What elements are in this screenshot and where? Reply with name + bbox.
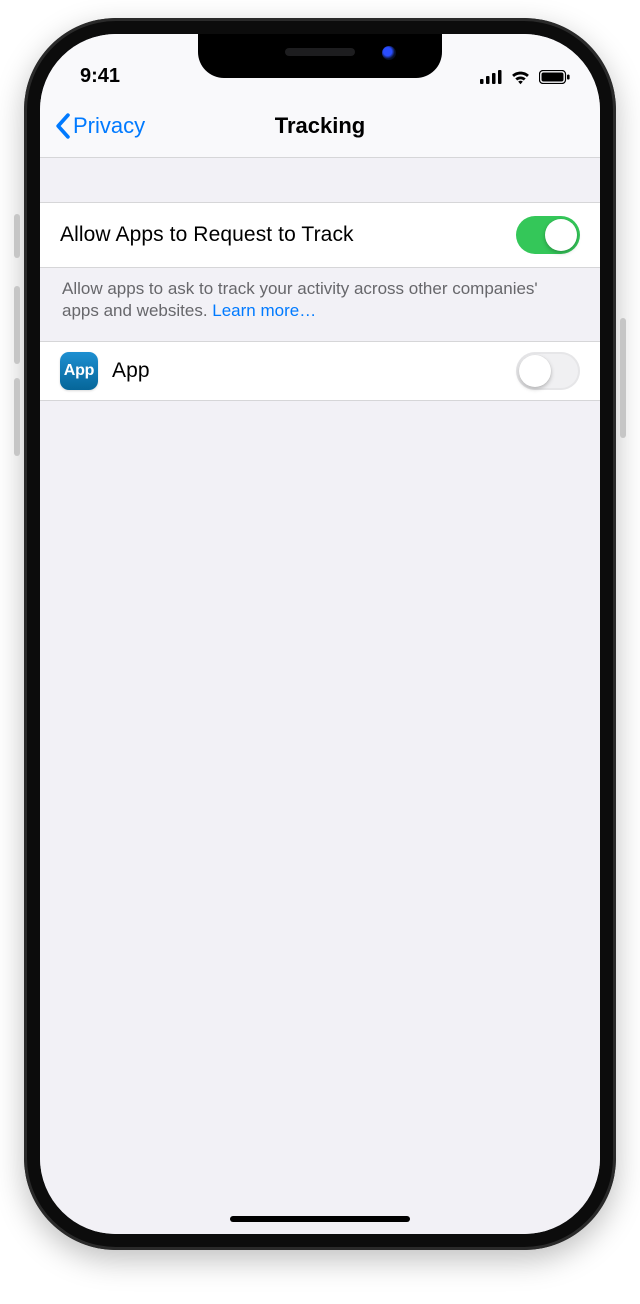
settings-list: Allow Apps to Request to Track Allow app… (40, 158, 600, 1234)
status-time: 9:41 (80, 65, 120, 88)
back-label: Privacy (73, 113, 145, 139)
allow-tracking-cell: Allow Apps to Request to Track (40, 202, 600, 268)
front-camera (382, 46, 396, 60)
tracking-footer: Allow apps to ask to track your activity… (40, 268, 600, 341)
screen: 9:41 (40, 34, 600, 1234)
allow-tracking-label: Allow Apps to Request to Track (60, 223, 502, 247)
wifi-icon (510, 70, 531, 85)
volume-down-button (14, 378, 20, 456)
content-area: 9:41 (40, 34, 600, 1234)
notch (198, 34, 442, 78)
app-name-label: App (112, 359, 502, 383)
battery-icon (539, 70, 570, 84)
power-button (620, 318, 626, 438)
toggle-knob (519, 355, 551, 387)
status-icons (480, 68, 570, 85)
allow-tracking-toggle[interactable] (516, 216, 580, 254)
toggle-knob (545, 219, 577, 251)
chevron-left-icon (54, 113, 71, 139)
section-spacer (40, 158, 600, 202)
cellular-icon (480, 70, 502, 84)
app-tracking-toggle[interactable] (516, 352, 580, 390)
page-title: Tracking (275, 113, 365, 139)
phone-frame: 9:41 (24, 18, 616, 1250)
app-icon: App (60, 352, 98, 390)
learn-more-link[interactable]: Learn more… (212, 301, 316, 320)
back-button[interactable]: Privacy (54, 94, 145, 157)
app-tracking-row: App App (40, 341, 600, 401)
app-icon-text: App (64, 362, 95, 380)
nav-bar: Privacy Tracking (40, 94, 600, 158)
mute-switch (14, 214, 20, 258)
volume-up-button (14, 286, 20, 364)
home-indicator[interactable] (230, 1216, 410, 1222)
speaker-grille (285, 48, 355, 56)
